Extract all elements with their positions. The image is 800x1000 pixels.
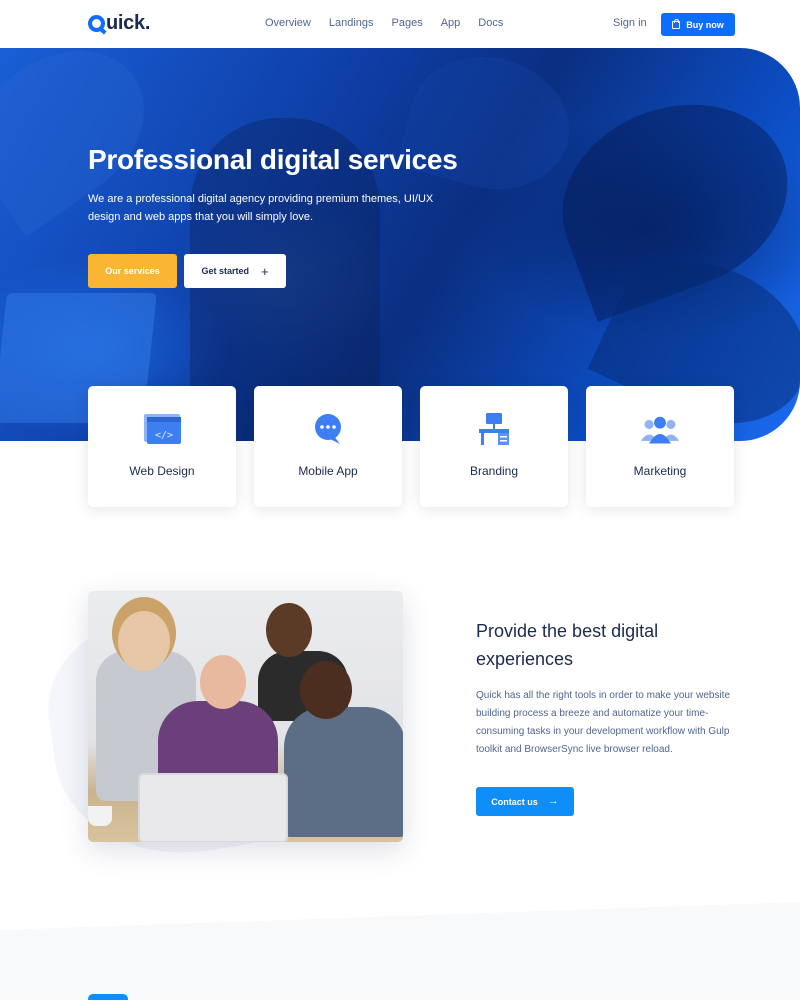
contact-us-button[interactable]: Contact us → bbox=[476, 787, 574, 816]
logo-q-icon bbox=[88, 15, 105, 32]
nav-link-docs[interactable]: Docs bbox=[478, 17, 503, 29]
photo-person bbox=[284, 707, 403, 837]
hero-title: Professional digital services bbox=[88, 144, 458, 175]
hero-section: Professional digital services We are a p… bbox=[0, 48, 800, 441]
service-card-mobile-app[interactable]: Mobile App bbox=[254, 386, 402, 507]
photo-laptop bbox=[138, 773, 288, 842]
nav-link-pages[interactable]: Pages bbox=[392, 17, 423, 29]
photo-person bbox=[266, 603, 312, 657]
nav-link-overview[interactable]: Overview bbox=[265, 17, 311, 29]
plus-icon: + bbox=[260, 263, 269, 279]
photo-person bbox=[300, 661, 352, 719]
next-section-background bbox=[0, 902, 800, 1000]
brand-name: uick. bbox=[106, 12, 151, 34]
feature-text: Quick has all the right tools in order t… bbox=[476, 690, 731, 755]
service-label: Web Design bbox=[129, 464, 195, 478]
team-icon bbox=[640, 416, 680, 444]
signin-link[interactable]: Sign in bbox=[613, 17, 647, 29]
nav-link-landings[interactable]: Landings bbox=[329, 17, 374, 29]
nav-link-app[interactable]: App bbox=[441, 17, 461, 29]
brand-logo[interactable]: uick. bbox=[88, 12, 150, 35]
hero-subtitle: We are a professional digital agency pro… bbox=[88, 193, 434, 223]
chat-bubble-icon bbox=[315, 414, 341, 444]
buy-now-button[interactable]: Buy now bbox=[661, 13, 735, 36]
our-services-button[interactable]: Our services bbox=[88, 254, 177, 288]
navbar: uick. Overview Landings Pages App Docs S… bbox=[0, 0, 800, 48]
service-label: Mobile App bbox=[298, 464, 358, 478]
photo-person bbox=[118, 611, 170, 671]
get-started-label: Get started bbox=[201, 266, 249, 276]
feature-title: Provide the best digital experiences bbox=[476, 621, 659, 669]
shopping-bag-icon bbox=[672, 18, 681, 29]
svg-text:</>: </> bbox=[155, 430, 173, 441]
buy-now-label: Buy now bbox=[686, 19, 724, 30]
team-photo bbox=[88, 591, 403, 842]
photo-person bbox=[200, 655, 246, 709]
arrow-right-icon: → bbox=[547, 795, 559, 807]
nav-links: Overview Landings Pages App Docs bbox=[265, 17, 521, 29]
service-card-web-design[interactable]: </> Web Design bbox=[88, 386, 236, 507]
service-label: Branding bbox=[469, 464, 519, 478]
code-window-icon: </> bbox=[144, 414, 181, 444]
service-card-branding[interactable]: Branding bbox=[420, 386, 568, 507]
next-section-badge bbox=[88, 994, 128, 1000]
get-started-button[interactable]: Get started + bbox=[184, 254, 286, 288]
service-label: Marketing bbox=[633, 464, 687, 478]
desk-icon bbox=[479, 413, 509, 445]
photo-cup bbox=[88, 806, 112, 826]
service-card-marketing[interactable]: Marketing bbox=[586, 386, 734, 507]
contact-us-label: Contact us bbox=[491, 796, 538, 807]
hero-leaf-decoration bbox=[395, 48, 585, 207]
